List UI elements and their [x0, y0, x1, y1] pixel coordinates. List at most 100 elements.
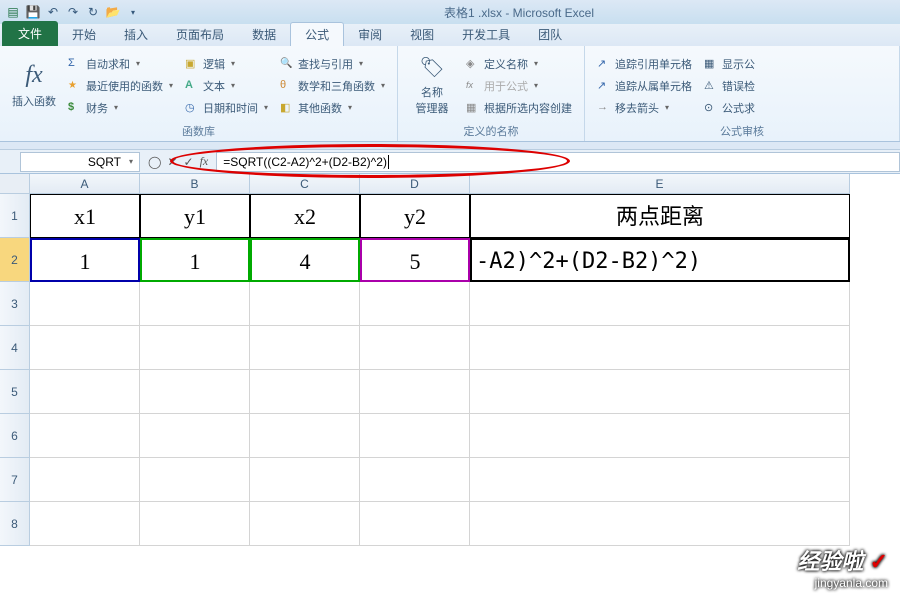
cell-c1[interactable]: x2: [250, 194, 360, 238]
cell-a8[interactable]: [30, 502, 140, 546]
name-manager-button[interactable]: 🏷 名称 管理器: [406, 50, 458, 121]
cell-c3[interactable]: [250, 282, 360, 326]
row-header-4[interactable]: 4: [0, 326, 30, 370]
row-header-1[interactable]: 1: [0, 194, 30, 238]
col-header-e[interactable]: E: [470, 174, 850, 194]
circle-icon[interactable]: ◯: [148, 155, 161, 169]
col-header-a[interactable]: A: [30, 174, 140, 194]
other-fn-button[interactable]: 其他函数▾: [276, 98, 389, 118]
enter-icon[interactable]: ✓: [184, 155, 194, 169]
cell-b2[interactable]: 1: [140, 238, 250, 282]
row-header-5[interactable]: 5: [0, 370, 30, 414]
formula-text: =SQRT((C2-A2)^2+(D2-B2)^2): [223, 155, 387, 169]
row-header-7[interactable]: 7: [0, 458, 30, 502]
trace-precedents-button[interactable]: 追踪引用单元格: [593, 54, 696, 74]
lookup-button[interactable]: 查找与引用▾: [276, 54, 389, 74]
tab-formulas[interactable]: 公式: [290, 22, 344, 46]
show-formulas-button[interactable]: ▦显示公: [700, 54, 759, 74]
cell-b3[interactable]: [140, 282, 250, 326]
cell-e8[interactable]: [470, 502, 850, 546]
financial-button[interactable]: 财务▾: [64, 98, 177, 118]
cell-c4[interactable]: [250, 326, 360, 370]
math-button[interactable]: 数学和三角函数▾: [276, 76, 389, 96]
row-header-8[interactable]: 8: [0, 502, 30, 546]
cell-a4[interactable]: [30, 326, 140, 370]
redo-icon[interactable]: ↷: [64, 3, 82, 21]
undo-icon[interactable]: ↶: [44, 3, 62, 21]
cell-d5[interactable]: [360, 370, 470, 414]
fx-icon[interactable]: fx: [200, 154, 209, 169]
cell-a1[interactable]: x1: [30, 194, 140, 238]
row-5: 5: [0, 370, 900, 414]
trace-dependents-button[interactable]: 追踪从属单元格: [593, 76, 696, 96]
insert-function-button[interactable]: fx 插入函数: [8, 50, 60, 121]
tab-team[interactable]: 团队: [524, 23, 576, 46]
cell-d4[interactable]: [360, 326, 470, 370]
cell-d8[interactable]: [360, 502, 470, 546]
autosum-button[interactable]: 自动求和▾: [64, 54, 177, 74]
tab-layout[interactable]: 页面布局: [162, 23, 238, 46]
save-icon[interactable]: 💾: [24, 3, 42, 21]
cell-b6[interactable]: [140, 414, 250, 458]
cell-b7[interactable]: [140, 458, 250, 502]
cancel-icon[interactable]: ✕: [167, 155, 177, 169]
error-check-button[interactable]: ⚠错误检: [700, 76, 759, 96]
cell-c5[interactable]: [250, 370, 360, 414]
tab-dev[interactable]: 开发工具: [448, 23, 524, 46]
col-header-d[interactable]: D: [360, 174, 470, 194]
cell-d2[interactable]: 5: [360, 238, 470, 282]
cell-a7[interactable]: [30, 458, 140, 502]
cell-d7[interactable]: [360, 458, 470, 502]
cell-d3[interactable]: [360, 282, 470, 326]
cell-e1[interactable]: 两点距离: [470, 194, 850, 238]
cell-e5[interactable]: [470, 370, 850, 414]
cell-a6[interactable]: [30, 414, 140, 458]
cell-e6[interactable]: [470, 414, 850, 458]
text-button[interactable]: 文本▾: [181, 76, 272, 96]
define-name-button[interactable]: 定义名称▾: [462, 54, 576, 74]
cell-e3[interactable]: [470, 282, 850, 326]
row-header-3[interactable]: 3: [0, 282, 30, 326]
select-all-corner[interactable]: [0, 174, 30, 194]
cell-d1[interactable]: y2: [360, 194, 470, 238]
chevron-down-icon: ▾: [381, 81, 385, 90]
chevron-down-icon[interactable]: ▾: [129, 157, 133, 166]
cell-e4[interactable]: [470, 326, 850, 370]
recent-button[interactable]: 最近使用的函数▾: [64, 76, 177, 96]
cell-b4[interactable]: [140, 326, 250, 370]
cell-c6[interactable]: [250, 414, 360, 458]
name-box[interactable]: SQRT ▾: [20, 152, 140, 172]
dropdown-icon[interactable]: ▾: [124, 3, 142, 21]
row-header-6[interactable]: 6: [0, 414, 30, 458]
remove-arrows-button[interactable]: 移去箭头▾: [593, 98, 696, 118]
tab-home[interactable]: 开始: [58, 23, 110, 46]
cell-e2[interactable]: -A2)^2+(D2-B2)^2): [470, 238, 850, 282]
cell-b5[interactable]: [140, 370, 250, 414]
cell-b1[interactable]: y1: [140, 194, 250, 238]
logical-button[interactable]: 逻辑▾: [181, 54, 272, 74]
cell-c2[interactable]: 4: [250, 238, 360, 282]
tab-file[interactable]: 文件: [2, 21, 58, 46]
row-header-2[interactable]: 2: [0, 238, 30, 282]
cell-a2[interactable]: 1: [30, 238, 140, 282]
open-icon[interactable]: 📂: [104, 3, 122, 21]
tab-view[interactable]: 视图: [396, 23, 448, 46]
cell-c8[interactable]: [250, 502, 360, 546]
tab-review[interactable]: 审阅: [344, 23, 396, 46]
cell-b8[interactable]: [140, 502, 250, 546]
datetime-button[interactable]: 日期和时间▾: [181, 98, 272, 118]
tab-data[interactable]: 数据: [238, 23, 290, 46]
redo2-icon[interactable]: ↻: [84, 3, 102, 21]
col-header-c[interactable]: C: [250, 174, 360, 194]
cell-c7[interactable]: [250, 458, 360, 502]
cell-a5[interactable]: [30, 370, 140, 414]
use-formula-button[interactable]: 用于公式▾: [462, 76, 576, 96]
cell-d6[interactable]: [360, 414, 470, 458]
formula-input[interactable]: =SQRT((C2-A2)^2+(D2-B2)^2): [216, 152, 900, 172]
create-selection-button[interactable]: 根据所选内容创建: [462, 98, 576, 118]
tab-insert[interactable]: 插入: [110, 23, 162, 46]
col-header-b[interactable]: B: [140, 174, 250, 194]
eval-formula-button[interactable]: ⊙公式求: [700, 98, 759, 118]
cell-e7[interactable]: [470, 458, 850, 502]
cell-a3[interactable]: [30, 282, 140, 326]
